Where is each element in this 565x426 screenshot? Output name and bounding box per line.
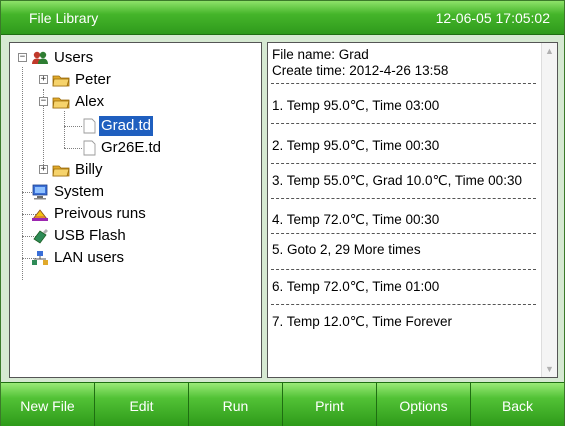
expand-peter-toggle[interactable]: +: [39, 75, 48, 84]
tree-item-system[interactable]: System: [31, 182, 106, 202]
protocol-step: 4. Temp 72.0℃, Time 00:30: [272, 212, 440, 227]
tree-connector-line: [64, 126, 82, 127]
folder-tree: − + − + Users Peter Alex Grad.td Gr26E.t…: [10, 43, 261, 377]
options-button[interactable]: Options: [377, 382, 471, 426]
protocol-step: 6. Temp 72.0℃, Time 01:00: [272, 279, 440, 294]
tree-connector-line: [22, 67, 23, 280]
tree-item-label: Gr26E.td: [101, 139, 162, 156]
folder-icon: [52, 162, 70, 178]
scroll-down-icon[interactable]: ▼: [545, 364, 554, 374]
file-name-text: File name: Grad: [272, 47, 369, 62]
tree-connector-line: [64, 111, 65, 148]
create-time-text: Create time: 2012-4-26 13:58: [272, 63, 449, 78]
tree-item-label: Preivous runs: [54, 205, 146, 222]
file-detail-panel[interactable]: File name: Grad Create time: 2012-4-26 1…: [267, 42, 558, 378]
tree-item-previous-runs[interactable]: Preivous runs: [31, 204, 148, 224]
tree-item-peter[interactable]: Peter: [52, 70, 113, 90]
protocol-step: 7. Temp 12.0℃, Time Forever: [272, 314, 452, 329]
step-divider: [271, 123, 536, 124]
protocol-step: 2. Temp 95.0℃, Time 00:30: [272, 138, 440, 153]
step-divider: [271, 304, 536, 305]
tree-item-label: Billy: [75, 161, 103, 178]
window-title: File Library: [29, 9, 99, 26]
tree-item-users[interactable]: Users: [31, 48, 95, 68]
history-icon: [31, 206, 49, 222]
folder-icon: [52, 72, 70, 88]
detail-scrollbar[interactable]: ▲ ▼: [541, 43, 557, 377]
tree-item-label: Grad.td: [99, 116, 154, 136]
title-bar: File Library 12-06-05 17:05:02: [1, 1, 564, 35]
tree-item-label: System: [54, 183, 105, 200]
step-divider: [271, 198, 536, 199]
network-icon: [31, 250, 49, 266]
protocol-step: 1. Temp 95.0℃, Time 03:00: [272, 98, 440, 113]
file-icon: [83, 140, 96, 156]
step-divider: [271, 83, 536, 84]
edit-button[interactable]: Edit: [95, 382, 189, 426]
tree-item-label: Alex: [75, 93, 105, 110]
back-button[interactable]: Back: [471, 382, 564, 426]
users-icon: [31, 50, 49, 66]
usb-drive-icon: [31, 228, 49, 244]
tree-item-billy[interactable]: Billy: [52, 160, 105, 180]
tree-item-lan-users[interactable]: LAN users: [31, 248, 126, 268]
computer-icon: [31, 184, 49, 200]
step-divider: [271, 269, 536, 270]
collapse-alex-toggle[interactable]: −: [39, 97, 48, 106]
action-button-bar: New File Edit Run Print Options Back: [1, 382, 564, 426]
tree-item-grad-file[interactable]: Grad.td: [83, 116, 154, 136]
tree-item-usb-flash[interactable]: USB Flash: [31, 226, 128, 246]
tree-item-label: USB Flash: [54, 227, 126, 244]
expand-billy-toggle[interactable]: +: [39, 165, 48, 174]
tree-connector-line: [64, 148, 82, 149]
run-button[interactable]: Run: [189, 382, 283, 426]
protocol-step: 5. Goto 2, 29 More times: [272, 242, 421, 257]
print-button[interactable]: Print: [283, 382, 377, 426]
new-file-button[interactable]: New File: [1, 382, 95, 426]
tree-item-alex[interactable]: Alex: [52, 92, 106, 112]
step-divider: [271, 163, 536, 164]
file-icon: [83, 118, 96, 134]
folder-open-icon: [52, 94, 70, 110]
collapse-users-toggle[interactable]: −: [18, 53, 27, 62]
protocol-step: 3. Temp 55.0℃, Grad 10.0℃, Time 00:30: [272, 173, 522, 188]
folder-tree-panel[interactable]: − + − + Users Peter Alex Grad.td Gr26E.t…: [9, 42, 262, 378]
datetime-display: 12-06-05 17:05:02: [435, 9, 550, 26]
step-divider: [271, 233, 536, 234]
file-detail: File name: Grad Create time: 2012-4-26 1…: [268, 43, 557, 377]
file-library-window: File Library 12-06-05 17:05:02 − + − + U…: [0, 0, 565, 426]
tree-item-gr26e-file[interactable]: Gr26E.td: [83, 138, 163, 158]
tree-item-label: Peter: [75, 71, 111, 88]
scroll-up-icon[interactable]: ▲: [545, 46, 554, 56]
tree-item-label: LAN users: [54, 249, 125, 266]
tree-item-label: Users: [54, 49, 94, 66]
